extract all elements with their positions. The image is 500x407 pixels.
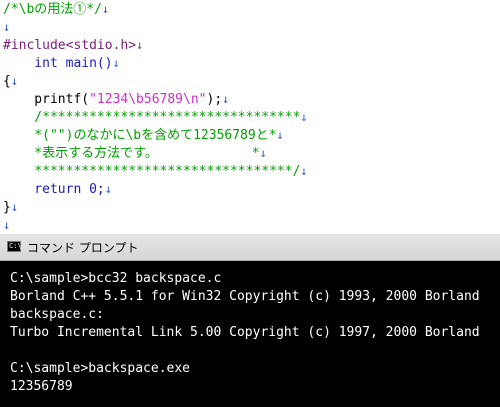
command-prompt-window[interactable]: C:\ コマンド プロンプト C:\sample>bcc32 backspace… (0, 234, 500, 407)
console-icon[interactable]: C:\ (7, 241, 22, 252)
console-line: C:\sample>bcc32 backspace.c (10, 271, 222, 286)
window-title: コマンド プロンプト (27, 241, 139, 255)
console-line: Turbo Incremental Link 5.00 Copyright (c… (10, 325, 480, 340)
console-line: 12356789 (10, 379, 73, 394)
code-line-blank: ↓ (3, 20, 11, 34)
code-line-main: int main()↓ (3, 56, 120, 71)
code-line-blank-end: ↓ (3, 218, 11, 232)
code-line-include: #include<stdio.h>↓ (3, 38, 144, 53)
window-titlebar[interactable]: C:\ コマンド プロンプト (0, 234, 500, 261)
code-line-open-brace: {↓ (3, 74, 19, 89)
code-line-comment-2: *("")のなかに\bを含めて12356789と*↓ (3, 128, 284, 143)
code-line-printf: printf("1234\b56789\n");↓ (3, 92, 230, 107)
code-line-comment-title: /*\bの用法①*/↓ (3, 2, 110, 17)
code-line-return: return 0;↓ (3, 182, 112, 197)
code-line-comment-4: *********************************/↓ (3, 164, 308, 179)
code-line-close-brace: }↓ (3, 200, 19, 215)
code-line-comment-3: *表示する方法です。 *↓ (3, 146, 267, 161)
code-editor[interactable]: /*\bの用法①*/↓ ↓ #include<stdio.h>↓ int mai… (0, 0, 500, 234)
console-line: backspace.c: (10, 307, 104, 322)
console-line: C:\sample>backspace.exe (10, 361, 191, 376)
console-line: Borland C++ 5.5.1 for Win32 Copyright (c… (10, 289, 480, 304)
code-line-comment-1: /*********************************↓ (3, 110, 308, 125)
